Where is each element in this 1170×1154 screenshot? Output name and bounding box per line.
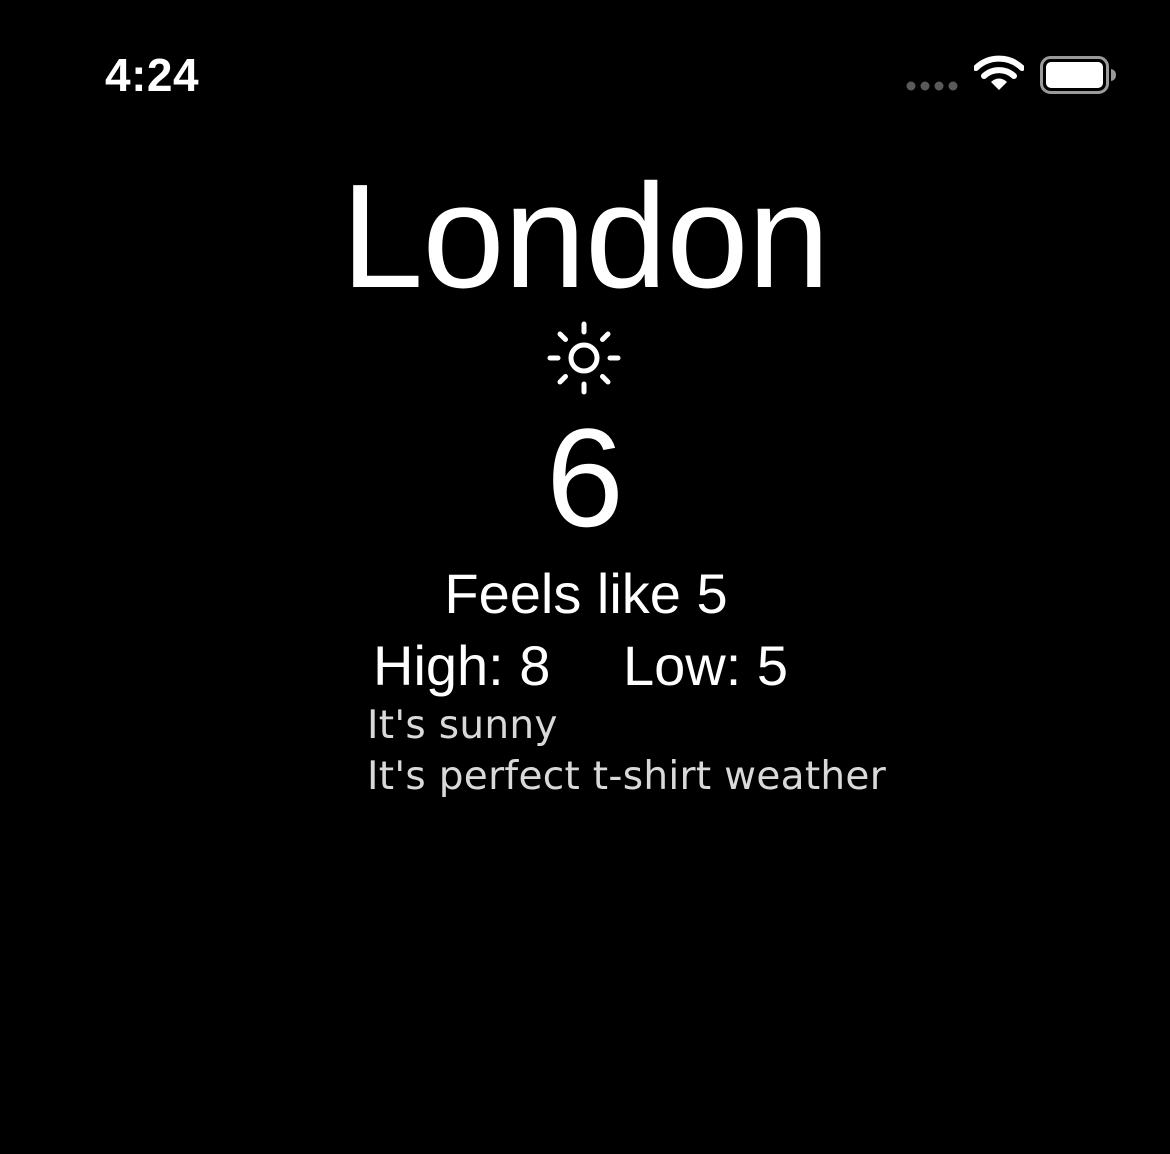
battery-icon <box>1040 56 1116 94</box>
clothing-advice: It's perfect t-shirt weather <box>367 754 887 799</box>
signal-dots-icon <box>906 81 958 91</box>
wifi-icon <box>974 55 1024 90</box>
high-temperature: High: 8 <box>373 634 551 697</box>
sun-icon <box>547 321 621 395</box>
status-bar-time: 4:24 <box>105 49 200 101</box>
weather-description: It's sunny <box>367 703 558 748</box>
feels-like-text: Feels like 5 <box>444 562 728 625</box>
low-temperature: Low: 5 <box>623 634 788 697</box>
current-temperature: 6 <box>546 399 624 556</box>
city-name: London <box>341 154 830 319</box>
